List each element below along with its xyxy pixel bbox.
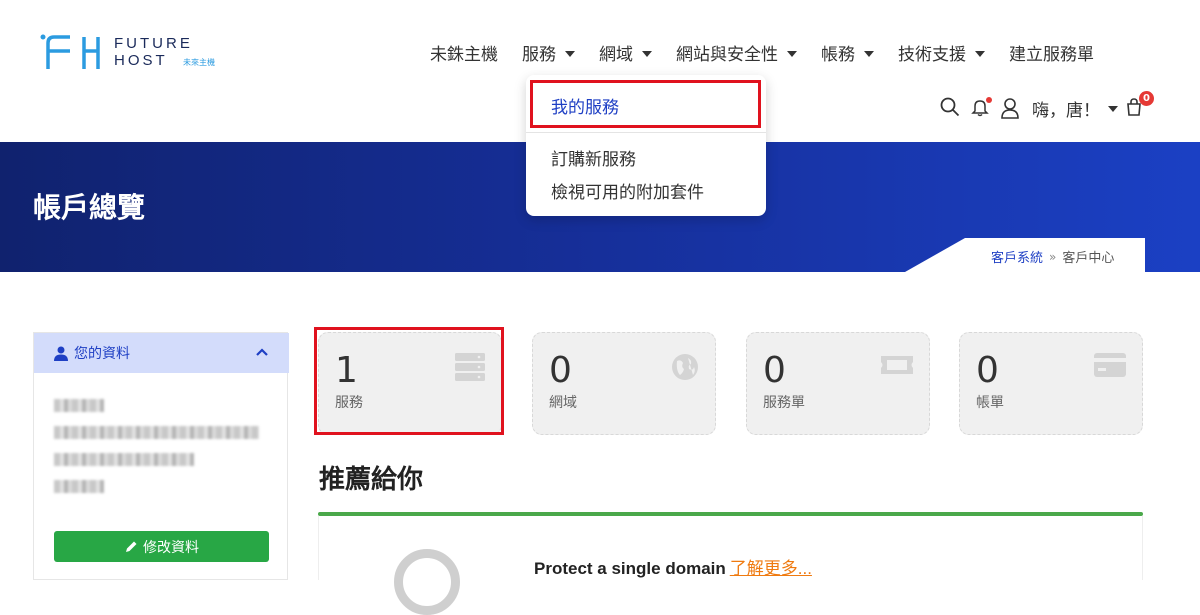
nav-item-domains[interactable]: 網域 <box>599 40 652 65</box>
recommended-product-card: Protect a single domain 了解更多... <box>318 516 1143 615</box>
brand-logo[interactable]: FUTURE HOST 未來主機 <box>40 33 230 73</box>
redacted-name <box>54 399 104 412</box>
logo-mark-icon <box>40 34 100 69</box>
user-greeting[interactable]: 嗨，唐！ <box>1032 96 1100 121</box>
learn-more-link[interactable]: 了解更多... <box>730 559 812 578</box>
nav-label: 帳務 <box>821 45 855 65</box>
stat-label: 帳單 <box>976 395 1004 411</box>
globe-icon <box>672 354 698 380</box>
profile-panel-header[interactable]: 您的資料 <box>34 333 289 373</box>
nav-label: 服務 <box>522 45 556 65</box>
dropdown-item-view-addons[interactable]: 檢視可用的附加套件 <box>551 178 704 203</box>
product-icon <box>394 549 460 615</box>
logo-word-future: FUTURE <box>114 35 193 52</box>
dropdown-item-order-new-services[interactable]: 訂購新服務 <box>551 145 636 170</box>
breadcrumb-trail: 客戶系統 » 客戶中心 <box>991 247 1115 267</box>
logo-word-host: HOST <box>114 52 168 69</box>
profile-panel-title: 您的資料 <box>74 346 130 362</box>
cart-icon[interactable]: 0 <box>1124 91 1154 119</box>
recommended-heading: 推薦給你 <box>319 465 424 495</box>
nav-item-support[interactable]: 技術支援 <box>898 40 985 65</box>
nav-item-billing[interactable]: 帳務 <box>821 40 874 65</box>
redacted-city <box>54 453 194 466</box>
stat-card-domains[interactable]: 0 網域 <box>532 332 716 435</box>
stat-label: 網域 <box>549 395 577 411</box>
nav-label: 建立服務單 <box>1009 45 1094 65</box>
caret-down-icon <box>787 50 797 57</box>
product-text: Protect a single domain <box>534 559 726 578</box>
breadcrumb-link-client-area[interactable]: 客戶系統 <box>991 247 1043 266</box>
pencil-icon <box>126 541 137 552</box>
notifications-bell-icon[interactable] <box>970 97 992 119</box>
user-icon[interactable] <box>1000 97 1022 119</box>
caret-down-icon <box>975 50 985 57</box>
credit-card-icon <box>1094 353 1126 377</box>
nav-item-home[interactable]: 未銖主機 <box>430 40 498 65</box>
edit-profile-label: 修改資料 <box>143 539 199 556</box>
caret-down-icon <box>565 50 575 57</box>
caret-down-icon <box>642 50 652 57</box>
redacted-address <box>54 426 259 439</box>
breadcrumb-current: 客戶中心 <box>1062 251 1115 266</box>
user-menu-caret-icon[interactable] <box>1108 106 1118 112</box>
services-dropdown-menu: 我的服務 訂購新服務 檢視可用的附加套件 <box>526 75 766 216</box>
cart-count-badge: 0 <box>1139 91 1154 106</box>
page-title: 帳戶總覽 <box>33 191 146 224</box>
breadcrumb-separator: » <box>1049 249 1057 264</box>
nav-label: 網域 <box>599 45 633 65</box>
caret-down-icon <box>864 50 874 57</box>
chevron-up-icon[interactable] <box>255 345 269 359</box>
breadcrumb: 客戶系統 » 客戶中心 <box>905 238 1145 272</box>
stat-value: 0 <box>763 350 786 391</box>
stat-card-invoices[interactable]: 0 帳單 <box>959 332 1143 435</box>
stat-value: 0 <box>549 350 572 391</box>
highlight-box <box>314 327 504 435</box>
search-icon[interactable] <box>940 97 962 119</box>
nav-item-website-security[interactable]: 網站與安全性 <box>676 40 797 65</box>
logo-subtitle: 未來主機 <box>183 58 215 67</box>
notification-dot <box>986 97 992 103</box>
dropdown-item-my-services[interactable]: 我的服務 <box>551 93 619 118</box>
nav-label: 網站與安全性 <box>676 45 778 65</box>
redacted-country <box>54 480 104 493</box>
user-icon <box>54 346 68 361</box>
stat-card-tickets[interactable]: 0 服務單 <box>746 332 930 435</box>
dropdown-divider <box>526 132 766 133</box>
nav-item-open-ticket[interactable]: 建立服務單 <box>1009 40 1094 65</box>
stat-label: 服務單 <box>763 395 805 411</box>
nav-label: 技術支援 <box>898 45 966 65</box>
profile-panel: 您的資料 修改資料 <box>33 332 289 580</box>
main-nav: 未銖主機 服務 網域 網站與安全性 帳務 技術支援 建立服務單 <box>430 40 1118 65</box>
nav-item-services[interactable]: 服務 <box>522 40 575 65</box>
header-utilities: 嗨，唐！ 0 <box>940 91 1154 122</box>
ticket-icon <box>881 356 913 374</box>
product-description: Protect a single domain 了解更多... <box>534 554 812 579</box>
stat-value: 0 <box>976 350 999 391</box>
nav-label: 未銖主機 <box>430 45 498 65</box>
edit-profile-button[interactable]: 修改資料 <box>54 531 269 562</box>
